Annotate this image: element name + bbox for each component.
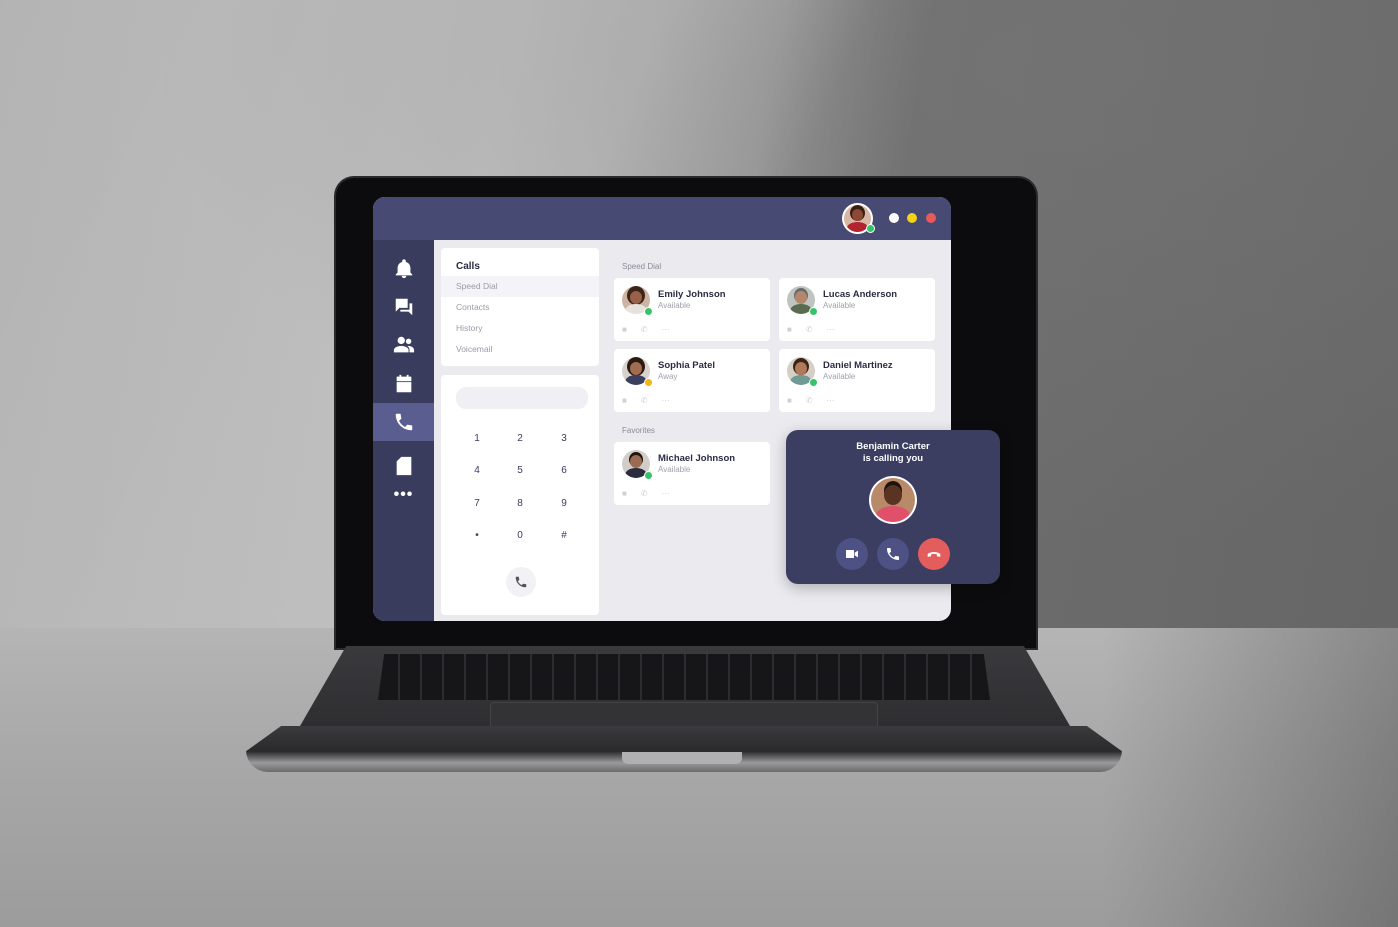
presence-available-icon	[809, 378, 818, 387]
calls-menu-title: Calls	[456, 261, 480, 272]
laptop-notch	[622, 752, 742, 764]
dial-key-4[interactable]: 4	[462, 461, 492, 481]
phone-icon	[887, 548, 899, 560]
phone-icon[interactable]: ✆	[806, 396, 813, 406]
dial-number-input[interactable]	[456, 387, 588, 409]
caller-name: Benjamin Carter	[856, 441, 930, 452]
decline-call-button[interactable]	[918, 538, 950, 570]
presence-available-icon	[644, 471, 653, 480]
phone-icon[interactable]: ✆	[806, 325, 813, 335]
presence-available-icon	[866, 224, 875, 233]
video-icon[interactable]: ■	[787, 325, 792, 335]
video-icon[interactable]: ■	[622, 489, 627, 499]
app-window: ••• Calls Speed Dial Contacts History Vo…	[373, 197, 1000, 621]
dial-key-1[interactable]: 1	[462, 429, 492, 449]
speed-dial-contact-card[interactable]: Daniel Martinez Available ■ ✆ ⋯	[779, 349, 935, 412]
contact-actions: ■ ✆ ⋯	[622, 396, 670, 406]
contact-actions: ■ ✆ ⋯	[787, 396, 835, 406]
sidebar-item-calls[interactable]	[373, 403, 434, 441]
incoming-call-popup: Benjamin Carter is calling you	[786, 430, 1000, 584]
video-icon[interactable]: ■	[622, 396, 627, 406]
more-icon[interactable]: ⋯	[662, 396, 670, 406]
contact-actions: ■ ✆ ⋯	[787, 325, 835, 335]
contact-name: Lucas Anderson	[823, 289, 898, 300]
sidebar-item-people[interactable]	[373, 326, 434, 364]
file-icon	[396, 456, 411, 476]
presence-available-icon	[644, 307, 653, 316]
more-icon[interactable]: ⋯	[827, 396, 835, 406]
video-icon[interactable]: ■	[787, 396, 792, 406]
favorites-label: Favorites	[622, 426, 655, 435]
laptop-base-front	[246, 726, 1122, 772]
hangup-icon	[927, 552, 941, 557]
dial-key-hash[interactable]: #	[549, 526, 579, 546]
accept-video-button[interactable]	[836, 538, 868, 570]
floor-shadow	[1100, 628, 1398, 927]
title-bar	[373, 197, 951, 240]
contact-status: Available	[823, 372, 856, 381]
dial-key-5[interactable]: 5	[505, 461, 535, 481]
contact-actions: ■ ✆ ⋯	[622, 489, 670, 499]
window-dot-red[interactable]	[926, 213, 936, 223]
sidebar-item-chat[interactable]	[373, 288, 434, 326]
accept-call-button[interactable]	[877, 538, 909, 570]
contact-status: Away	[658, 372, 678, 381]
video-icon	[846, 550, 858, 558]
presence-available-icon	[809, 307, 818, 316]
dialpad: 1 2 3 4 5 6 7 8 9 • 0 #	[441, 375, 599, 615]
presence-away-icon	[644, 378, 653, 387]
dial-key-0[interactable]: 0	[505, 526, 535, 546]
contact-status: Available	[658, 465, 691, 474]
speed-dial-contact-card[interactable]: Sophia Patel Away ■ ✆ ⋯	[614, 349, 770, 412]
more-icon[interactable]: ⋯	[662, 325, 670, 335]
dial-key-7[interactable]: 7	[462, 494, 492, 514]
dial-key-2[interactable]: 2	[505, 429, 535, 449]
more-icon[interactable]: ⋯	[662, 489, 670, 499]
phone-icon[interactable]: ✆	[641, 325, 648, 335]
more-icon[interactable]: ⋯	[827, 325, 835, 335]
contact-status: Available	[823, 301, 856, 310]
calendar-icon	[396, 374, 411, 393]
phone-icon[interactable]: ✆	[641, 396, 648, 406]
sidebar-item-notifications[interactable]	[373, 250, 434, 288]
calls-menu: Calls Speed Dial Contacts History Voicem…	[441, 248, 599, 366]
dial-key-9[interactable]: 9	[549, 494, 579, 514]
window-dot-yellow[interactable]	[907, 213, 917, 223]
caller-avatar	[871, 478, 915, 522]
dial-key-6[interactable]: 6	[549, 461, 579, 481]
chat-icon	[395, 298, 412, 316]
contact-actions: ■ ✆ ⋯	[622, 325, 670, 335]
sidebar-item-more[interactable]: •••	[373, 480, 434, 510]
incoming-call-text: Benjamin Carter is calling you	[786, 441, 1000, 465]
contact-name: Emily Johnson	[658, 289, 726, 300]
favorite-contact-card[interactable]: Michael Johnson Available ■ ✆ ⋯	[614, 442, 770, 505]
speed-dial-contact-card[interactable]: Emily Johnson Available ■ ✆ ⋯	[614, 278, 770, 341]
dial-key-star[interactable]: •	[462, 526, 492, 546]
window-dot-white[interactable]	[889, 213, 899, 223]
dial-key-8[interactable]: 8	[505, 494, 535, 514]
speed-dial-label: Speed Dial	[622, 262, 662, 271]
dial-key-3[interactable]: 3	[549, 429, 579, 449]
calls-menu-item-speed-dial[interactable]: Speed Dial	[441, 276, 599, 297]
contact-name: Michael Johnson	[658, 453, 736, 464]
phone-icon	[395, 413, 412, 431]
bell-icon	[395, 259, 412, 279]
calling-message: is calling you	[862, 453, 924, 464]
contact-name: Sophia Patel	[658, 360, 716, 371]
calls-menu-item-contacts[interactable]: Contacts	[441, 297, 599, 318]
calls-menu-item-history[interactable]: History	[441, 318, 599, 339]
people-icon	[393, 336, 414, 353]
contact-status: Available	[658, 301, 691, 310]
more-icon: •••	[393, 486, 414, 503]
contact-name: Daniel Martinez	[823, 360, 893, 371]
speed-dial-contact-card[interactable]: Lucas Anderson Available ■ ✆ ⋯	[779, 278, 935, 341]
dial-call-button[interactable]	[506, 567, 536, 597]
sidebar-item-calendar[interactable]	[373, 365, 434, 403]
calls-menu-item-voicemail[interactable]: Voicemail	[441, 339, 599, 360]
laptop-keyboard	[378, 654, 990, 700]
video-icon[interactable]: ■	[622, 325, 627, 335]
phone-icon	[515, 576, 527, 588]
phone-icon[interactable]: ✆	[641, 489, 648, 499]
sidebar: •••	[373, 240, 434, 621]
